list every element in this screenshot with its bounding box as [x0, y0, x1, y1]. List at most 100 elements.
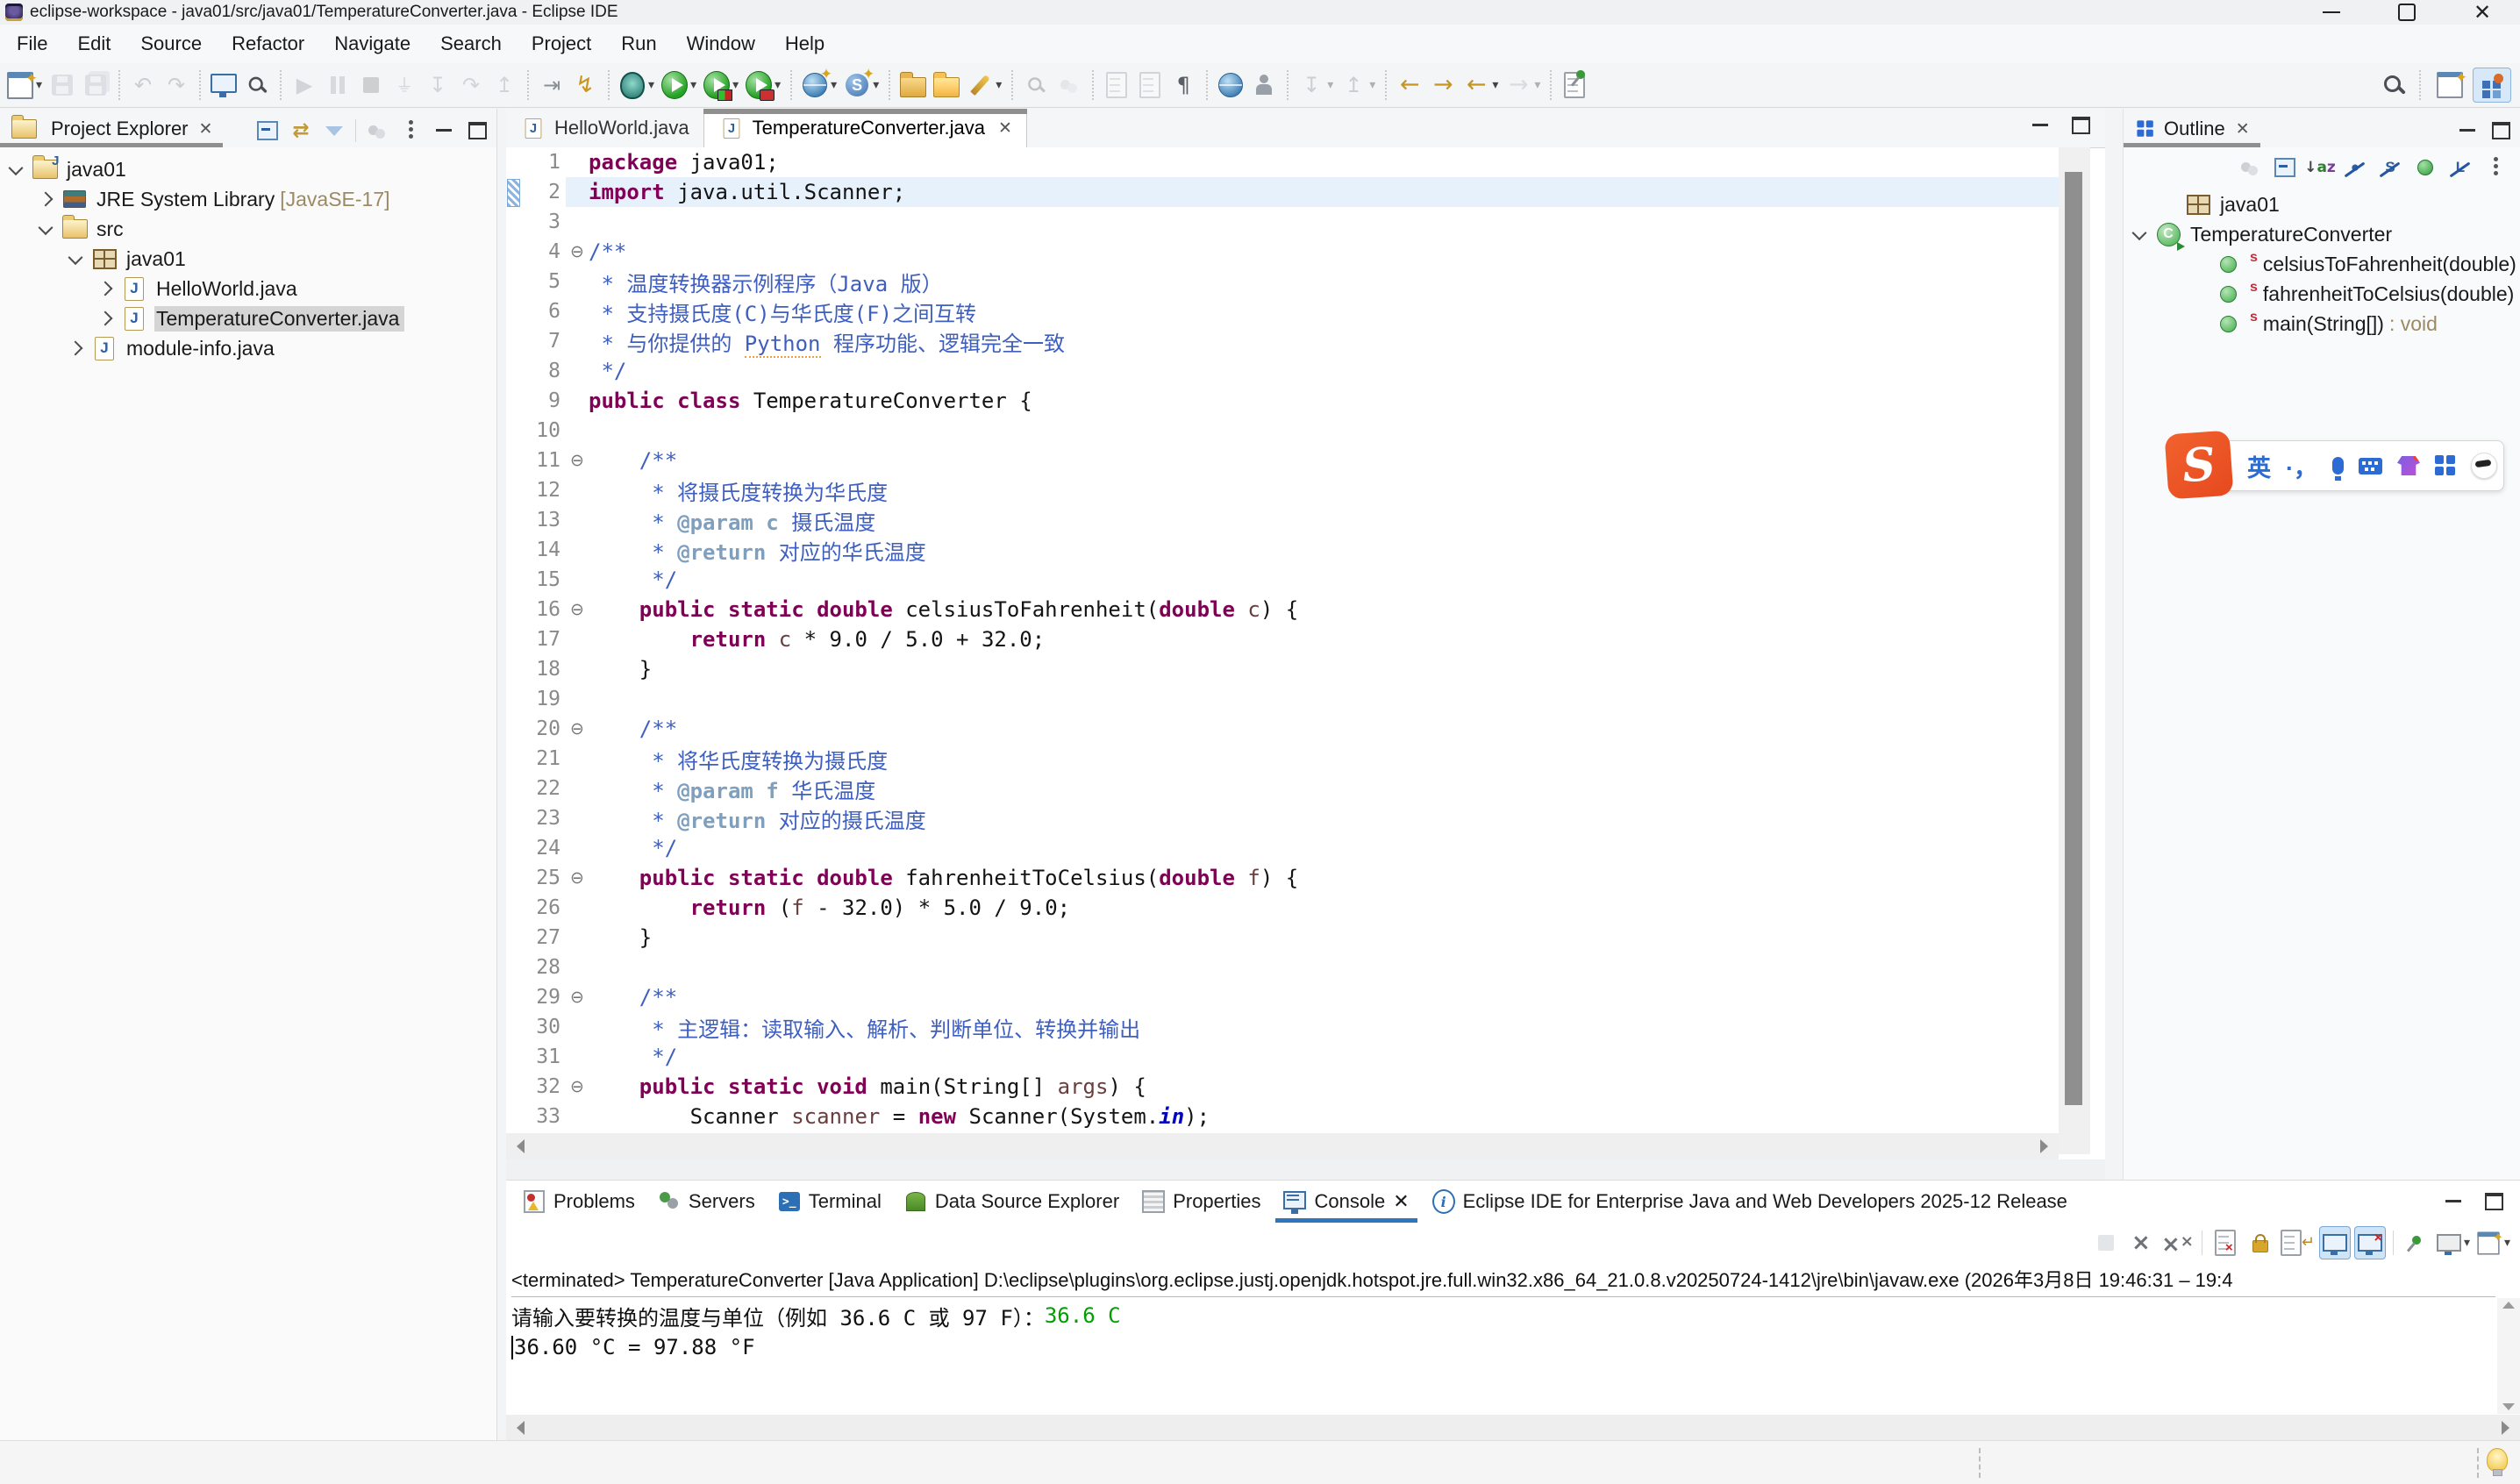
expander-down-icon[interactable]: [39, 220, 54, 235]
microphone-icon[interactable]: [2332, 457, 2344, 474]
code-line-9[interactable]: 9public class TemperatureConverter {: [506, 386, 2059, 416]
terminate-button[interactable]: [354, 67, 388, 103]
code-line-18[interactable]: 18 }: [506, 654, 2059, 684]
keyboard-icon[interactable]: [2359, 458, 2382, 474]
remove-all-launches-button[interactable]: ××: [2160, 1226, 2195, 1259]
menu-source[interactable]: Source: [125, 25, 217, 63]
link-with-editor-icon[interactable]: ⇄: [289, 119, 313, 142]
checkout-button[interactable]: [1247, 67, 1281, 103]
fold-collapse-icon[interactable]: ⊖: [566, 1077, 589, 1096]
scroll-left-arrow[interactable]: [517, 1139, 525, 1153]
expander-right-icon[interactable]: [39, 192, 54, 207]
hide-fields-icon[interactable]: ●: [2343, 156, 2367, 179]
ime-skin-icon[interactable]: [2397, 456, 2420, 475]
expander-right-icon[interactable]: [68, 341, 83, 356]
pin-console-button[interactable]: [2401, 1226, 2432, 1259]
doc-properties-button[interactable]: [1133, 67, 1167, 103]
minimize-view-icon[interactable]: [2441, 1190, 2466, 1213]
clear-console-button[interactable]: ×: [2209, 1226, 2241, 1259]
run-to-line-button[interactable]: ⇥: [535, 67, 568, 103]
code-line-13[interactable]: 13 * @param c 摄氏温度: [506, 505, 2059, 535]
view-menu-icon[interactable]: [2483, 156, 2508, 179]
scrollbar-thumb[interactable]: [2065, 172, 2082, 1105]
menu-search[interactable]: Search: [425, 25, 517, 63]
explorer-item-module-info-java[interactable]: Jmodule-info.java: [0, 333, 496, 363]
code-line-19[interactable]: 19: [506, 684, 2059, 714]
resume-button[interactable]: ▶: [288, 67, 321, 103]
next-edit-location-button[interactable]: →: [1426, 67, 1460, 103]
code-line-17[interactable]: 17 return c * 9.0 / 5.0 + 32.0;: [506, 624, 2059, 654]
undo-button[interactable]: ↶: [126, 67, 160, 103]
expander-right-icon[interactable]: [98, 311, 113, 326]
outline-item-java01[interactable]: java01: [2124, 189, 2520, 219]
show-stderr-button[interactable]: [2354, 1226, 2386, 1259]
expander-down-icon[interactable]: [9, 161, 24, 175]
editor-horizontal-scrollbar[interactable]: [506, 1133, 2059, 1159]
sort-alphabetical-icon[interactable]: ↓az: [2308, 156, 2332, 179]
outline-item-celsiustofahrenheit-double[interactable]: scelsiusToFahrenheit(double): [2124, 249, 2520, 279]
scroll-right-arrow[interactable]: [2502, 1421, 2509, 1435]
code-line-3[interactable]: 3: [506, 207, 2059, 237]
next-annotation-button[interactable]: ↧▾: [1295, 67, 1337, 103]
forward-history-button[interactable]: →▾: [1502, 67, 1544, 103]
code-line-11[interactable]: 11⊖ /**: [506, 446, 2059, 475]
open-console-button[interactable]: ✦▾: [2474, 1226, 2511, 1259]
code-line-24[interactable]: 24 */: [506, 833, 2059, 863]
expander-down-icon[interactable]: [68, 250, 83, 265]
dropdown-arrow-icon[interactable]: ▾: [1327, 78, 1333, 92]
code-line-25[interactable]: 25⊖ public static double fahrenheitToCel…: [506, 863, 2059, 893]
javaee-perspective-button[interactable]: [2473, 68, 2511, 103]
code-line-8[interactable]: 8 */: [506, 356, 2059, 386]
disconnect-button[interactable]: ⏚: [388, 67, 421, 103]
open-perspective-button[interactable]: ✦: [2431, 68, 2469, 103]
code-line-4[interactable]: 4⊖/**: [506, 237, 2059, 267]
focus-icon[interactable]: [365, 119, 389, 142]
code-line-1[interactable]: 1package java01;: [506, 147, 2059, 177]
display-selected-console-button[interactable]: ▾: [2436, 1226, 2471, 1259]
tab-console[interactable]: Console✕: [1272, 1181, 1420, 1223]
debug-button[interactable]: ▾: [616, 67, 658, 103]
redo-button[interactable]: ↷: [160, 67, 193, 103]
dropdown-arrow-icon[interactable]: ▾: [775, 78, 781, 92]
code-line-12[interactable]: 12 * 将摄氏度转换为华氏度: [506, 475, 2059, 505]
dropdown-arrow-icon[interactable]: ▾: [1369, 78, 1375, 92]
code-line-30[interactable]: 30 * 主逻辑：读取输入、解析、判断单位、转换并输出: [506, 1012, 2059, 1042]
dropdown-arrow-icon[interactable]: ▾: [2504, 1236, 2510, 1250]
new-web-service-button[interactable]: S✦▾: [840, 67, 882, 103]
tab-data-source-explorer[interactable]: Data Source Explorer: [893, 1181, 1131, 1223]
ime-assistant-icon[interactable]: [2471, 453, 2497, 479]
menu-run[interactable]: Run: [606, 25, 671, 63]
menu-edit[interactable]: Edit: [62, 25, 125, 63]
remote-systems-button[interactable]: [207, 67, 240, 103]
web-browser-button[interactable]: [1214, 67, 1247, 103]
code-line-27[interactable]: 27 }: [506, 923, 2059, 952]
fold-collapse-icon[interactable]: ⊖: [566, 451, 589, 470]
close-icon[interactable]: ✕: [199, 119, 213, 139]
maximize-view-icon[interactable]: [465, 119, 489, 142]
minimize-view-icon[interactable]: [2455, 119, 2480, 142]
last-edit-location-button[interactable]: ←: [1393, 67, 1426, 103]
remove-launch-button[interactable]: ×: [2125, 1226, 2157, 1259]
code-line-29[interactable]: 29⊖ /**: [506, 982, 2059, 1012]
editor-outline-sash[interactable]: [2105, 109, 2123, 1180]
editor-vertical-scrollbar[interactable]: [2059, 147, 2090, 1154]
import-folder-button[interactable]: [896, 67, 930, 103]
explorer-item-temperatureconverter-java[interactable]: JTemperatureConverter.java: [0, 303, 496, 333]
hide-static-icon[interactable]: S: [2378, 156, 2402, 179]
expander-right-icon[interactable]: [98, 282, 113, 296]
suspend-button[interactable]: [321, 67, 354, 103]
tab-outline[interactable]: Outline ✕: [2124, 110, 2260, 147]
console-output[interactable]: 请输入要转换的温度与单位（例如 36.6 C 或 97 F）：36.6 C36.…: [511, 1300, 2495, 1414]
close-window-button[interactable]: ✕: [2445, 0, 2520, 25]
code-line-31[interactable]: 31 */: [506, 1042, 2059, 1072]
synchronize-button[interactable]: [1053, 67, 1086, 103]
dropdown-arrow-icon[interactable]: ▾: [1534, 78, 1540, 92]
tab-problems[interactable]: Problems: [511, 1181, 646, 1223]
expander-down-icon[interactable]: [2132, 225, 2147, 240]
close-icon[interactable]: ✕: [998, 118, 1012, 138]
code-line-32[interactable]: 32⊖ public static void main(String[] arg…: [506, 1072, 2059, 1102]
fold-collapse-icon[interactable]: ⊖: [566, 719, 589, 738]
ime-punctuation-toggle[interactable]: ·，: [2286, 449, 2317, 483]
tab-eclipse-ide-for-enterprise-java-and-web-developers-2025-12-release[interactable]: iEclipse IDE for Enterprise Java and Web…: [1421, 1181, 2079, 1223]
outline-item-main-string[interactable]: smain(String[]) : void: [2124, 309, 2520, 339]
